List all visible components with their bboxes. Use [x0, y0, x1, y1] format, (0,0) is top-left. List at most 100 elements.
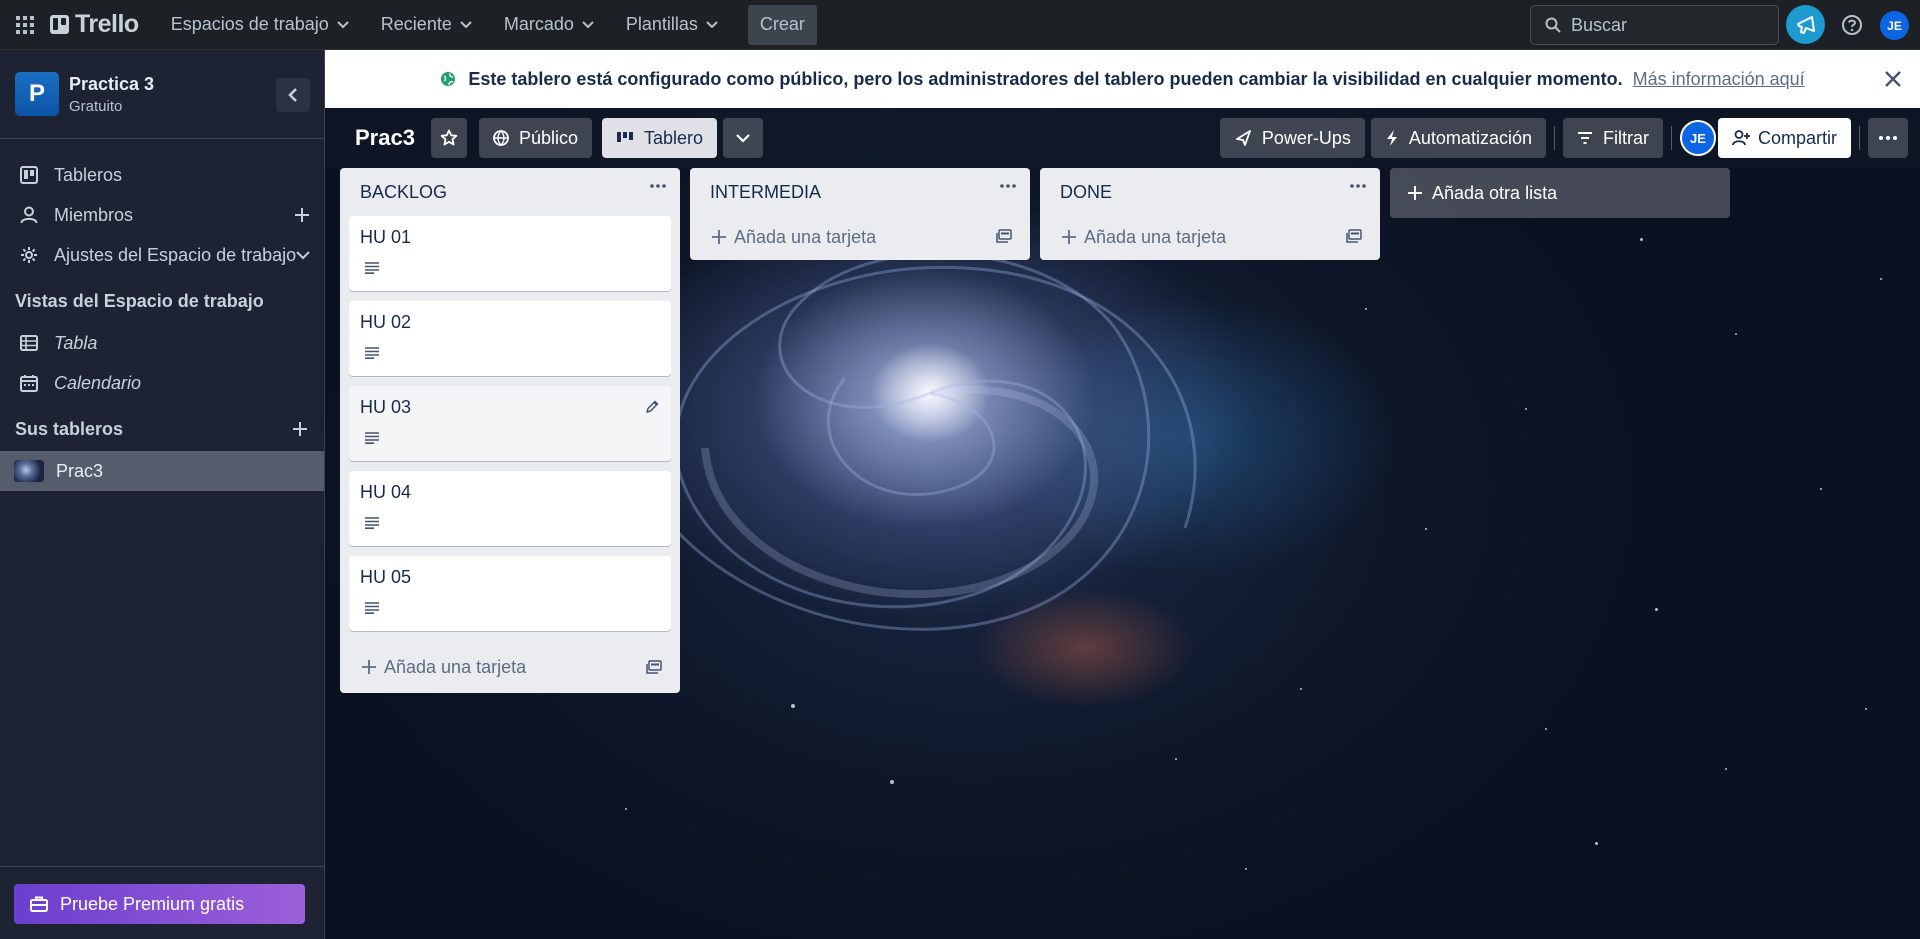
automation-button[interactable]: Automatización [1370, 118, 1546, 158]
trello-logo[interactable]: Trello [50, 10, 139, 39]
card-template-icon[interactable] [646, 660, 662, 674]
sidebar-item-boards[interactable]: Tableros [0, 155, 324, 195]
automation-label: Automatización [1408, 127, 1532, 148]
chevron-down-icon [337, 20, 349, 28]
sidebar-item-table[interactable]: Tabla [0, 323, 324, 363]
more-icon [1879, 136, 1897, 140]
trello-logo-icon [50, 15, 69, 34]
card-template-icon[interactable] [996, 229, 1012, 243]
list-done: DONE Añada una tarjeta [1040, 168, 1380, 260]
workspace-name[interactable]: Practica 3 [69, 74, 154, 95]
board-canvas: Prac3 Público Tablero Power-Ups Automati… [325, 108, 1920, 939]
add-card-button[interactable]: Añada una tarjeta [340, 641, 680, 693]
banner-learn-more-link[interactable]: Más información aquí [1633, 69, 1805, 90]
sidebar-board-prac3[interactable]: Prac3 [0, 451, 324, 491]
view-switcher-button[interactable] [723, 118, 764, 158]
notifications-button[interactable] [1786, 5, 1825, 44]
divider [0, 866, 325, 867]
nav-templates-label: Plantillas [625, 14, 698, 34]
lightning-icon [1386, 130, 1397, 146]
list-header[interactable]: BACKLOG [340, 168, 680, 216]
card[interactable]: HU 04 [349, 471, 671, 546]
star [890, 780, 894, 784]
nav-templates[interactable]: Plantillas [610, 0, 734, 50]
create-button[interactable]: Crear [747, 4, 817, 45]
star [1735, 333, 1737, 335]
board-view-button[interactable]: Tablero [602, 118, 718, 158]
try-premium-button[interactable]: Pruebe Premium gratis [14, 884, 305, 924]
app-switcher-icon[interactable] [0, 0, 50, 50]
chevron-down-icon [460, 20, 472, 28]
board-menu-button[interactable] [1868, 118, 1908, 158]
workspace-avatar: P [15, 72, 59, 116]
description-icon [365, 262, 379, 274]
star [1175, 758, 1177, 760]
table-icon [20, 335, 38, 351]
card-template-icon[interactable] [1346, 229, 1362, 243]
nav-recent[interactable]: Reciente [365, 0, 488, 50]
sidebar-item-members[interactable]: Miembros [0, 195, 324, 235]
close-icon [1885, 71, 1901, 87]
chevron-down-icon [296, 251, 310, 260]
card[interactable]: HU 02 [349, 301, 671, 376]
description-icon [365, 432, 379, 444]
board-member-avatar[interactable]: JE [1679, 120, 1716, 156]
list-menu-icon[interactable] [1350, 184, 1366, 188]
share-label: Compartir [1757, 127, 1837, 148]
card[interactable]: HU 05 [349, 556, 671, 631]
help-button[interactable] [1837, 10, 1867, 40]
your-boards-title: Sus tableros [15, 418, 124, 439]
add-member-icon[interactable] [294, 207, 310, 223]
add-card-button[interactable]: Añada una tarjeta [690, 214, 1030, 260]
user-avatar[interactable]: JE [1880, 11, 1909, 40]
star-board-button[interactable] [430, 118, 467, 158]
list-menu-icon[interactable] [1000, 184, 1016, 188]
workspace-header: P Practica 3 Gratuito [0, 50, 324, 139]
search-input[interactable]: Buscar [1530, 5, 1779, 45]
briefcase-icon [30, 896, 48, 912]
collapse-sidebar-button[interactable] [276, 78, 310, 112]
add-card-button[interactable]: Añada una tarjeta [1040, 214, 1380, 260]
sidebar-item-workspace-settings[interactable]: Ajustes del Espacio de trabajo [0, 235, 324, 275]
person-icon [20, 206, 38, 224]
power-ups-label: Power-Ups [1261, 127, 1351, 148]
visibility-banner: Este tablero está configurado como públi… [325, 50, 1920, 108]
card[interactable]: HU 03 [349, 386, 671, 461]
workspace-views-heading: Vistas del Espacio de trabajo [0, 279, 324, 323]
nav-starred-label: Marcado [503, 14, 574, 34]
sidebar-item-calendar[interactable]: Calendario [0, 363, 324, 403]
add-list-button[interactable]: Añada otra lista [1390, 168, 1730, 218]
description-icon [365, 602, 379, 614]
power-ups-button[interactable]: Power-Ups [1219, 118, 1365, 158]
gear-icon [21, 247, 37, 263]
sidebar-item-label: Tableros [54, 164, 123, 185]
logo-text: Trello [75, 10, 139, 38]
star [1525, 408, 1527, 410]
nav-workspaces[interactable]: Espacios de trabajo [155, 0, 365, 50]
close-banner-button[interactable] [1880, 66, 1906, 92]
nav-starred[interactable]: Marcado [488, 0, 610, 50]
filter-button[interactable]: Filtrar [1562, 118, 1663, 158]
board-title[interactable]: Prac3 [355, 125, 415, 151]
list-title: INTERMEDIA [710, 181, 822, 202]
share-button[interactable]: Compartir [1717, 118, 1851, 158]
workspace-views-title: Vistas del Espacio de trabajo [15, 290, 264, 311]
pencil-icon[interactable] [645, 400, 659, 414]
card[interactable]: HU 01 [349, 216, 671, 291]
visibility-button[interactable]: Público [478, 118, 592, 158]
list-menu-icon[interactable] [650, 184, 666, 188]
chevron-down-icon [736, 134, 750, 143]
star [1865, 708, 1867, 710]
description-icon [365, 347, 379, 359]
add-person-icon [1732, 130, 1750, 146]
add-card-label: Añada una tarjeta [384, 656, 527, 677]
list-header[interactable]: DONE [1040, 168, 1380, 216]
star [1595, 842, 1598, 845]
board-icon [20, 166, 38, 184]
list-title: DONE [1060, 181, 1113, 202]
sidebar-item-label: Calendario [54, 372, 142, 393]
add-board-icon[interactable] [292, 421, 308, 437]
card-title: HU 04 [360, 482, 412, 502]
star [1820, 488, 1822, 490]
list-header[interactable]: INTERMEDIA [690, 168, 1030, 216]
